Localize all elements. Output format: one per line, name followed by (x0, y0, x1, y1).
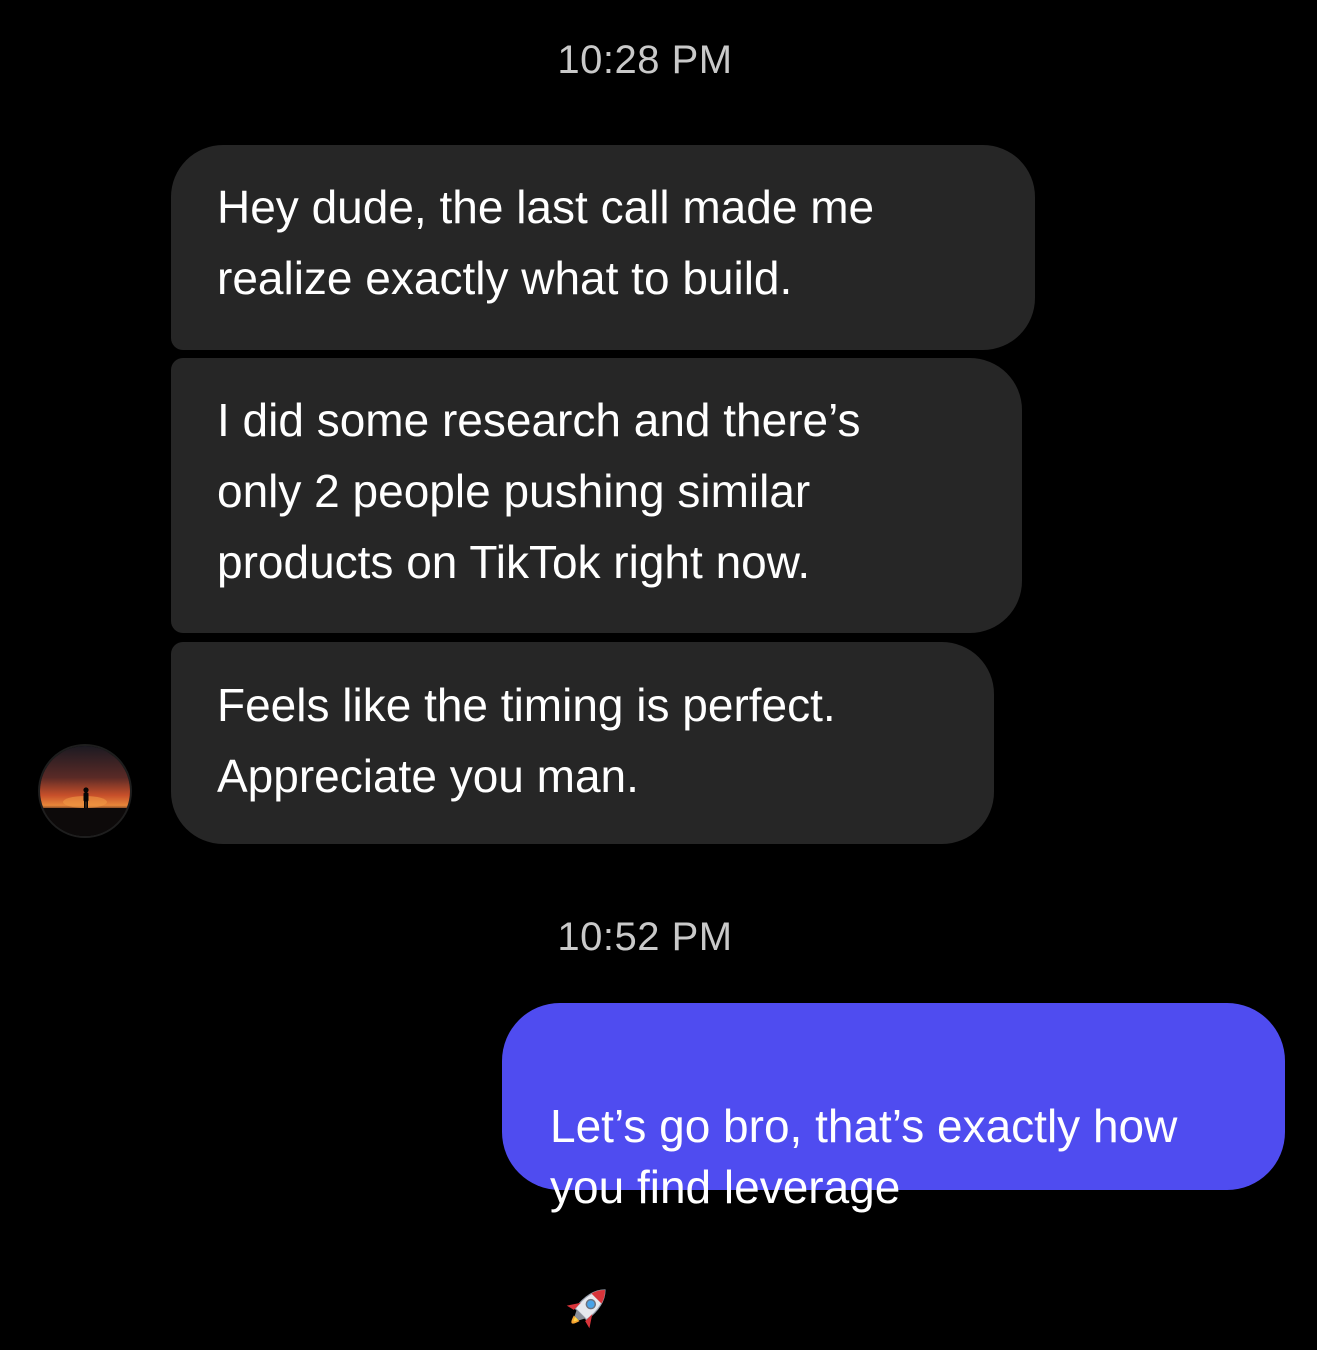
avatar-sunset-image (40, 746, 130, 836)
incoming-message-2[interactable]: I did some research and there’s only 2 p… (171, 358, 1022, 633)
outgoing-message-1[interactable]: Let’s go bro, that’s exactly how you fin… (502, 1003, 1285, 1329)
outgoing-message-text: Let’s go bro, that’s exactly how you fin… (550, 1100, 1178, 1213)
timestamp-2: 10:52 PM (557, 915, 733, 959)
incoming-message-1[interactable]: Hey dude, the last call made me realize … (171, 145, 1035, 350)
timestamp-1: 10:28 PM (557, 38, 733, 82)
contact-avatar[interactable] (38, 744, 132, 838)
rocket-icon (560, 1218, 616, 1329)
incoming-message-3[interactable]: Feels like the timing is perfect. Apprec… (171, 642, 994, 844)
